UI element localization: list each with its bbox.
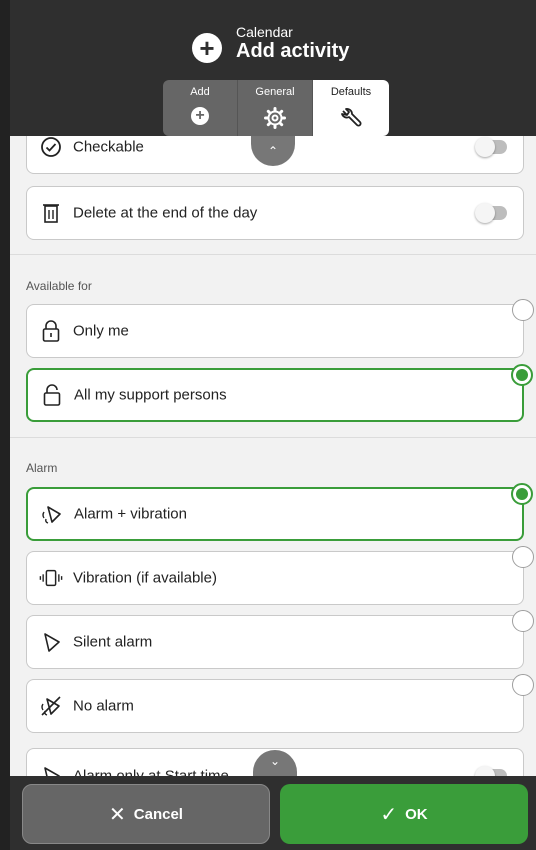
bell-vibrate-icon (40, 502, 64, 526)
no-alarm-radio[interactable] (512, 674, 534, 696)
chevron-down-icon: ⌄ (269, 754, 281, 768)
cancel-label: Cancel (133, 805, 183, 823)
alarm-vibration-option[interactable]: Alarm + vibration (26, 483, 533, 541)
check-icon: ✓ (380, 803, 398, 826)
silent-alarm-option[interactable]: Silent alarm (26, 610, 534, 669)
bell-icon (39, 630, 63, 654)
plus-circle-icon: + (191, 107, 209, 125)
app-frame: + Calendar Add activity Add + General De… (10, 0, 536, 850)
divider (10, 254, 536, 255)
header-subtitle: Calendar (236, 24, 293, 40)
only-me-label: Only me (73, 322, 129, 340)
vibration-label: Vibration (if available) (73, 569, 217, 587)
page-title: Add activity (236, 40, 350, 62)
lock-open-icon (40, 383, 64, 407)
silent-alarm-radio[interactable] (512, 610, 534, 632)
delete-end-of-day-row[interactable]: Delete at the end of the day (26, 186, 524, 240)
wrench-icon (339, 107, 363, 136)
tab-add[interactable]: Add + (163, 80, 238, 136)
alarm-start-time-label: Alarm only at Start time (73, 767, 229, 777)
trash-icon (39, 201, 63, 225)
bell-icon (39, 764, 63, 776)
checkable-label: Checkable (73, 138, 144, 156)
all-support-persons-label: All my support persons (74, 386, 227, 404)
lock-closed-icon (39, 319, 63, 343)
delete-end-of-day-label: Delete at the end of the day (73, 204, 258, 222)
cancel-button[interactable]: ✕ Cancel (22, 784, 270, 844)
add-activity-icon: + (192, 33, 222, 63)
no-alarm-label: No alarm (73, 697, 134, 715)
header: + Calendar Add activity Add + General De… (10, 0, 536, 138)
ok-label: OK (405, 805, 428, 823)
alarm-start-time-toggle[interactable] (475, 766, 507, 776)
tab-defaults[interactable]: Defaults (313, 80, 389, 136)
ok-button[interactable]: ✓ OK (280, 784, 528, 844)
settings-list[interactable]: Checkable ⌃ Delete at the end of the day… (10, 136, 536, 776)
only-me-option[interactable]: Only me (26, 299, 534, 358)
gear-icon (264, 107, 286, 134)
checkable-toggle[interactable] (475, 137, 507, 157)
all-support-persons-radio[interactable] (511, 364, 533, 386)
alarm-vibration-radio[interactable] (511, 483, 533, 505)
divider (10, 437, 536, 438)
footer: ✕ Cancel ✓ OK (10, 776, 536, 850)
available-for-heading: Available for (26, 279, 92, 293)
tab-bar: Add + General Defaults (163, 80, 389, 136)
only-me-radio[interactable] (512, 299, 534, 321)
alarm-heading: Alarm (26, 461, 58, 475)
tab-add-label: Add (190, 86, 210, 98)
bell-off-icon (39, 694, 63, 718)
no-alarm-option[interactable]: No alarm (26, 674, 534, 733)
all-support-persons-option[interactable]: All my support persons (26, 364, 533, 422)
delete-end-of-day-toggle[interactable] (475, 203, 507, 223)
alarm-vibration-label: Alarm + vibration (74, 505, 187, 523)
close-icon: ✕ (109, 803, 126, 826)
vibration-option[interactable]: Vibration (if available) (26, 546, 534, 605)
vibration-radio[interactable] (512, 546, 534, 568)
silent-alarm-label: Silent alarm (73, 633, 153, 651)
vibration-icon (39, 566, 63, 590)
tab-general-label: General (255, 86, 295, 98)
check-circle-icon (39, 136, 63, 159)
tab-general[interactable]: General (238, 80, 313, 136)
tab-defaults-label: Defaults (330, 86, 372, 98)
chevron-up-icon: ⌃ (267, 144, 279, 158)
